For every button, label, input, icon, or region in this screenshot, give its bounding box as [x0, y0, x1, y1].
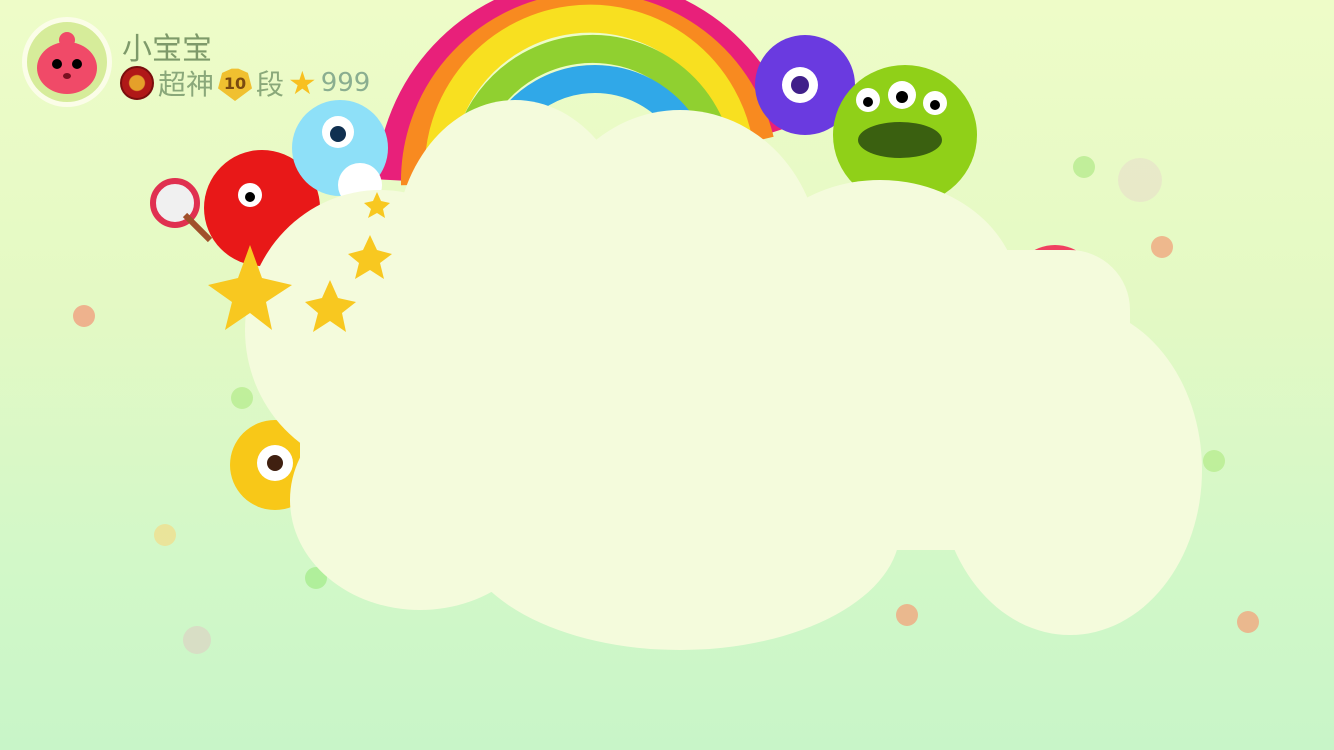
- pink-blob-avatar-icon: [37, 32, 97, 94]
- player-name: 小宝宝: [122, 32, 212, 67]
- rank-medal-icon: 10: [218, 68, 253, 101]
- title-badge-icon: [120, 66, 154, 100]
- player-avatar[interactable]: [22, 17, 112, 107]
- star-count: 999: [320, 68, 371, 98]
- cloud-panel: [245, 100, 1202, 650]
- game-scene: [73, 0, 1259, 654]
- rank-suffix: 段: [256, 68, 285, 101]
- star-icon: ★: [288, 64, 317, 102]
- player-title: 超神: [158, 68, 215, 101]
- player-stats: 超神 10 段 ★ 999: [120, 63, 370, 103]
- rank-level: 10: [223, 73, 247, 93]
